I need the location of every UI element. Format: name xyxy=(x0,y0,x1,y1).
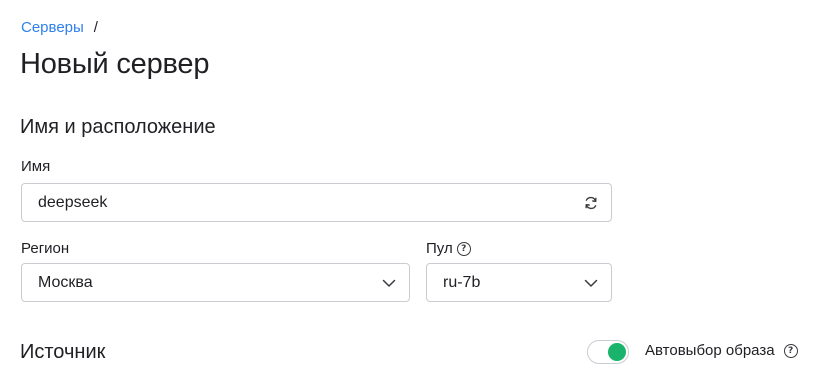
auto-image-label-text: Автовыбор образа xyxy=(645,342,775,359)
name-label-text: Имя xyxy=(21,158,51,175)
section-title-name-location: Имя и расположение xyxy=(20,116,216,138)
chevron-down-icon xyxy=(381,275,397,291)
chevron-down-icon xyxy=(583,275,599,291)
region-select[interactable]: Москва xyxy=(21,263,410,302)
auto-image-label: Автовыбор образа ? xyxy=(645,341,798,361)
name-label: Имя xyxy=(21,157,50,177)
name-field[interactable] xyxy=(21,183,612,222)
new-server-page: Серверы / Новый сервер Имя и расположени… xyxy=(0,0,825,380)
region-label-text: Регион xyxy=(21,240,70,257)
refresh-icon[interactable] xyxy=(583,195,599,211)
name-input[interactable] xyxy=(38,193,583,212)
auto-image-toggle[interactable] xyxy=(587,340,629,364)
toggle-knob xyxy=(608,343,626,361)
page-title: Новый сервер xyxy=(20,48,210,80)
breadcrumb-separator: / xyxy=(93,19,98,36)
question-circle-icon[interactable]: ? xyxy=(783,344,798,358)
pool-value: ru-7b xyxy=(443,273,481,291)
breadcrumb: Серверы / xyxy=(21,18,98,38)
question-circle-icon[interactable]: ? xyxy=(456,242,471,256)
section-title-source: Источник xyxy=(20,341,106,363)
breadcrumb-servers-link[interactable]: Серверы xyxy=(21,18,84,38)
pool-label: Пул ? xyxy=(426,239,471,259)
pool-select[interactable]: ru-7b xyxy=(426,263,612,302)
region-value: Москва xyxy=(38,273,93,291)
region-label: Регион xyxy=(21,239,69,259)
pool-label-text: Пул xyxy=(426,240,453,257)
